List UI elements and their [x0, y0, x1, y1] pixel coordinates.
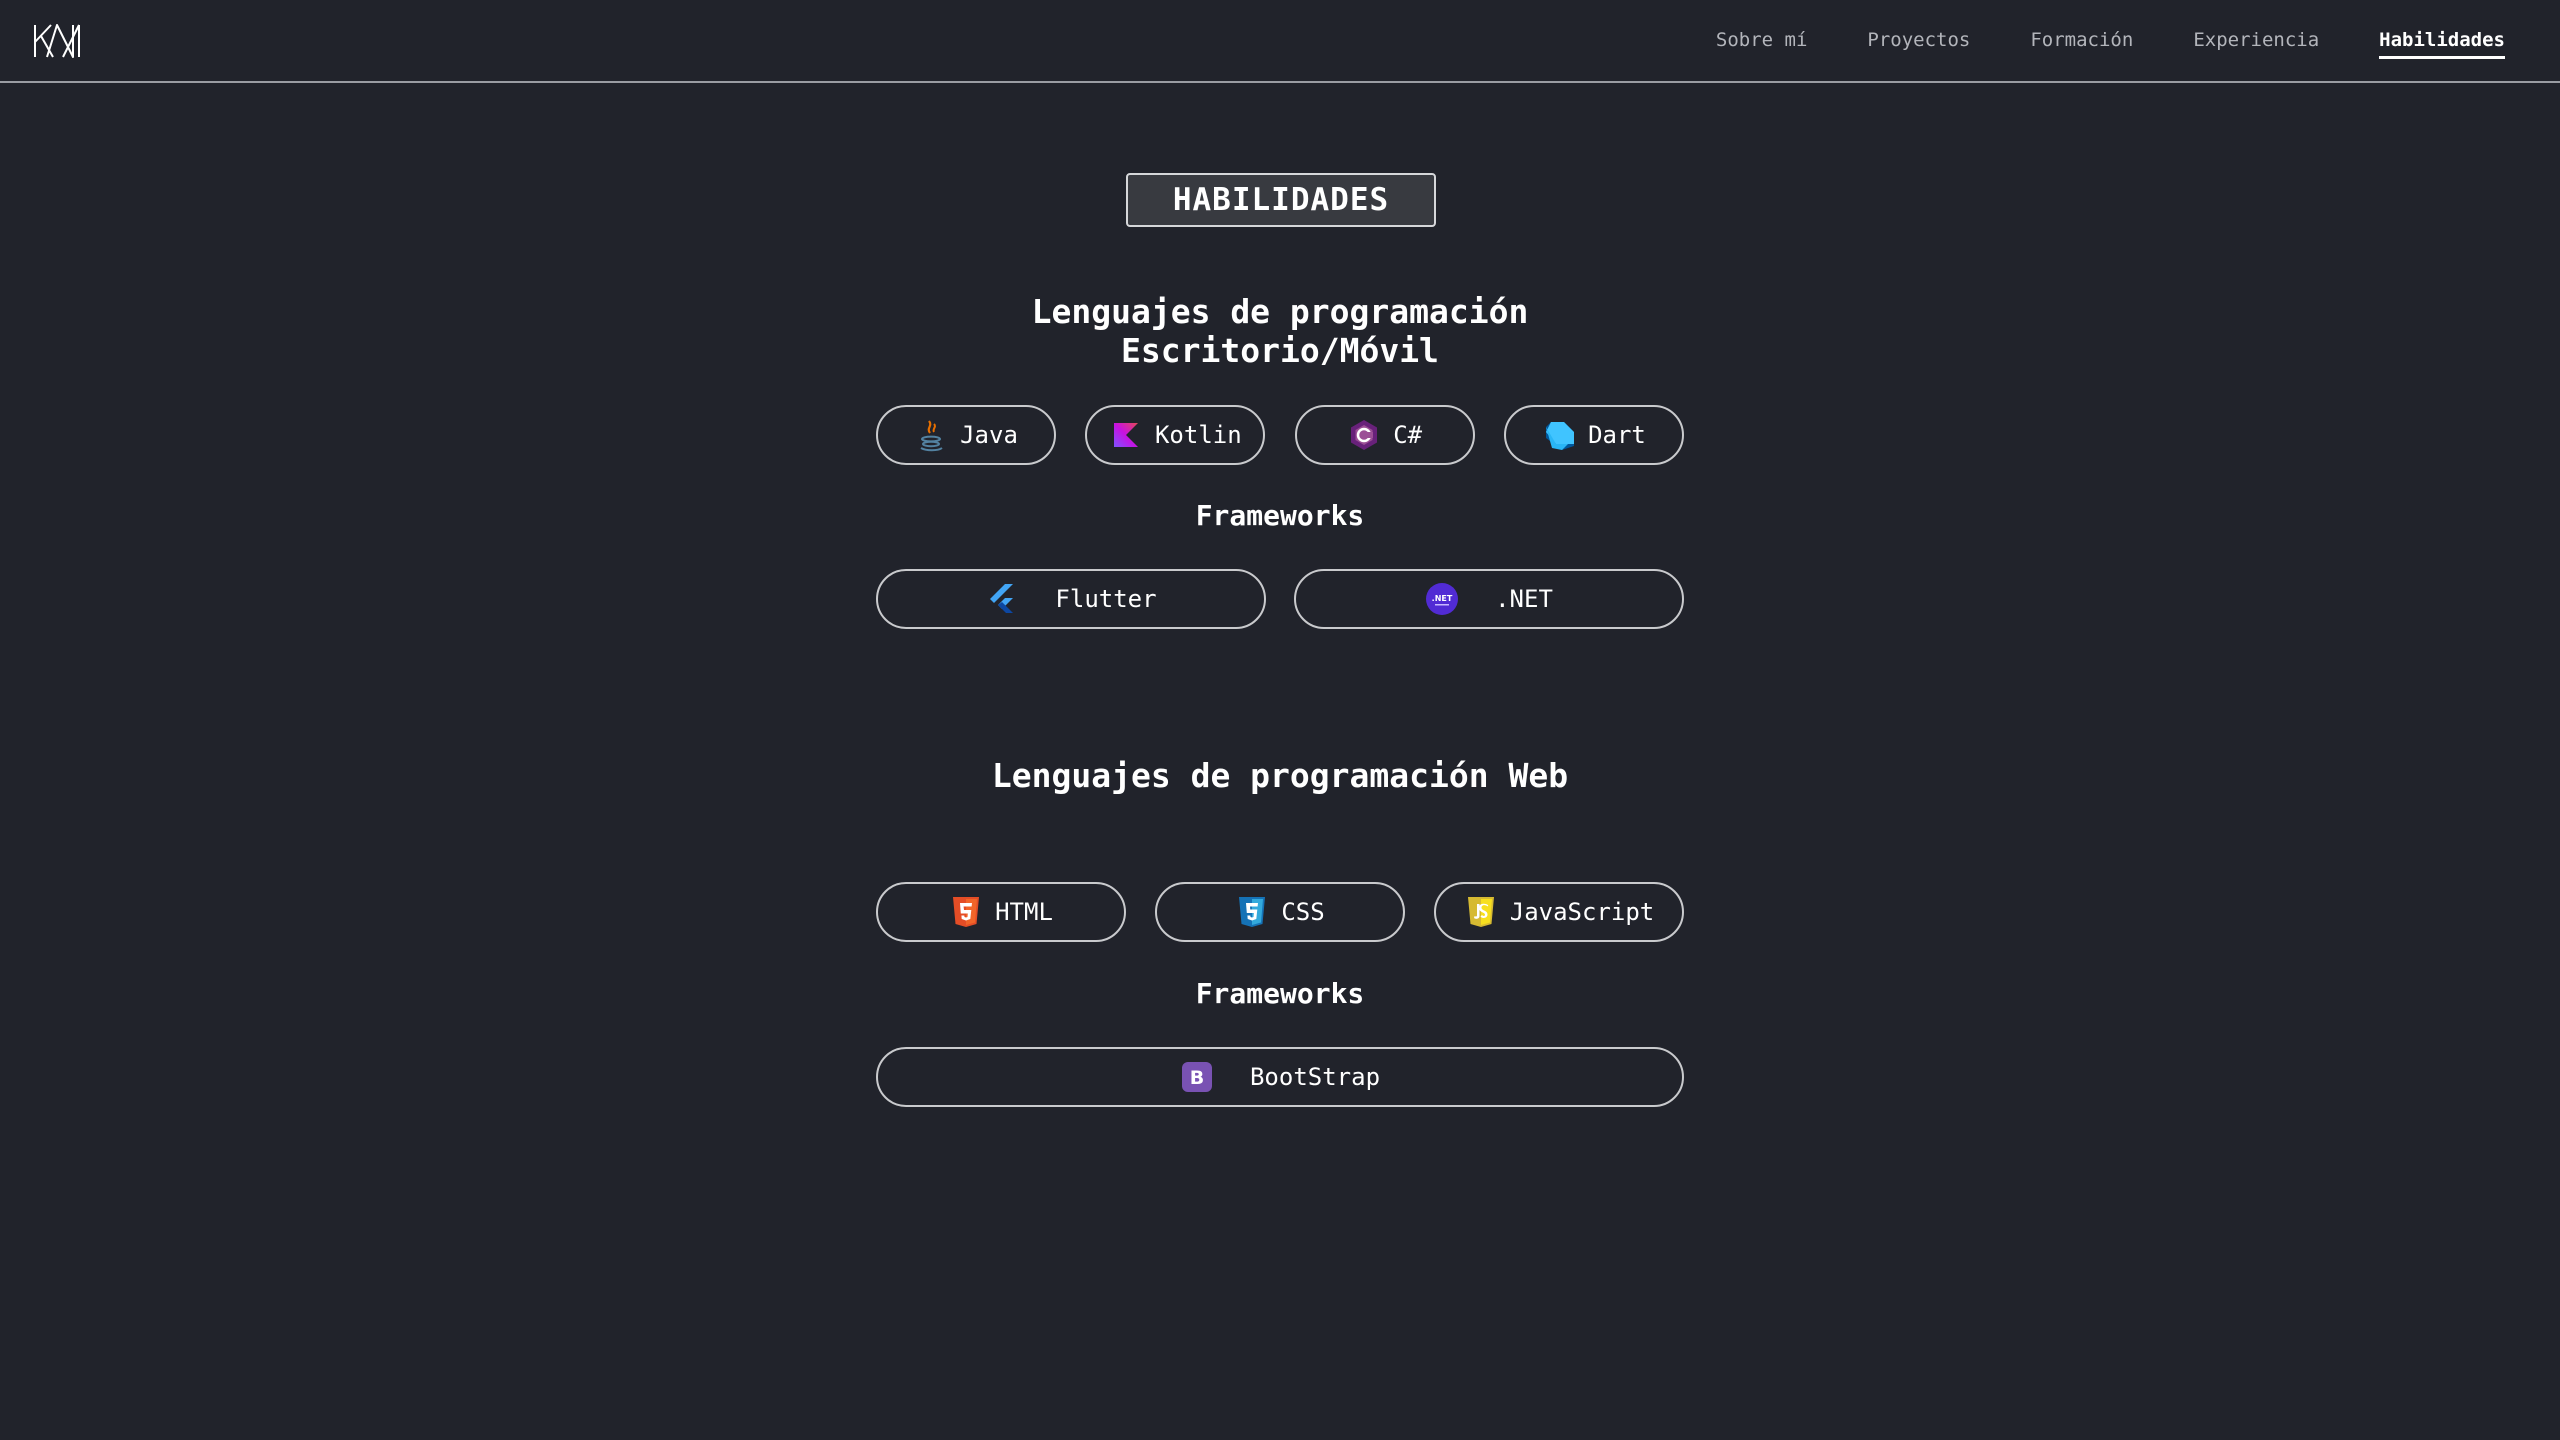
nav-link-proyectos[interactable]: Proyectos	[1867, 23, 1970, 57]
skill-label: Dart	[1588, 421, 1646, 449]
desktop-frameworks-title: Frameworks	[1195, 499, 1365, 532]
skill-chip-flutter[interactable]: Flutter	[876, 569, 1266, 629]
flutter-icon	[985, 582, 1019, 616]
skill-chip-java[interactable]: Java	[876, 405, 1056, 465]
bootstrap-icon: B	[1180, 1060, 1214, 1094]
skill-label: JavaScript	[1509, 898, 1655, 926]
skill-label: Kotlin	[1154, 421, 1242, 449]
nav-links: Sobre mí Proyectos Formación Experiencia…	[1656, 0, 2505, 80]
nav-link-habilidades[interactable]: Habilidades	[2379, 23, 2505, 59]
dart-icon	[1542, 418, 1576, 452]
svg-text:B: B	[1190, 1067, 1204, 1089]
skill-label: BootStrap	[1249, 1063, 1381, 1091]
navbar: Sobre mí Proyectos Formación Experiencia…	[0, 0, 2560, 83]
logo-icon[interactable]	[33, 22, 85, 60]
kotlin-icon	[1109, 418, 1143, 452]
skill-chip-csharp[interactable]: C#	[1294, 405, 1475, 465]
javascript-icon	[1464, 895, 1498, 929]
desktop-languages-row: Java Kotlin C# Dart	[876, 405, 1684, 465]
svg-text:.NET: .NET	[1432, 594, 1453, 603]
skill-chip-kotlin[interactable]: Kotlin	[1085, 405, 1266, 465]
skill-label: HTML	[995, 898, 1053, 926]
desktop-frameworks-row: Flutter .NET .NET	[876, 569, 1684, 629]
web-frameworks-title: Frameworks	[1195, 977, 1365, 1010]
skill-chip-css[interactable]: CSS	[1155, 882, 1405, 942]
nav-link-experiencia[interactable]: Experiencia	[2193, 23, 2319, 57]
web-languages-row: HTML CSS JavaScript	[876, 882, 1684, 942]
csharp-icon	[1347, 418, 1381, 452]
nav-link-sobre-mi[interactable]: Sobre mí	[1716, 23, 1808, 57]
dotnet-icon: .NET	[1425, 582, 1459, 616]
nav-link-formacion[interactable]: Formación	[2030, 23, 2133, 57]
web-languages-title: Lenguajes de programación Web	[991, 756, 1569, 795]
skill-chip-dotnet[interactable]: .NET .NET	[1294, 569, 1684, 629]
skill-label: CSS	[1281, 898, 1325, 926]
skill-chip-bootstrap[interactable]: B BootStrap	[876, 1047, 1684, 1107]
page-title-badge: HABILIDADES	[1126, 173, 1436, 227]
skill-chip-html[interactable]: HTML	[876, 882, 1126, 942]
skill-label: C#	[1393, 421, 1423, 449]
web-frameworks-row: B BootStrap	[876, 1047, 1684, 1107]
skill-chip-dart[interactable]: Dart	[1503, 405, 1684, 465]
skill-label: Java	[960, 421, 1018, 449]
java-icon	[914, 418, 948, 452]
html5-icon	[949, 895, 983, 929]
skill-label: Flutter	[1055, 585, 1157, 613]
skill-chip-javascript[interactable]: JavaScript	[1434, 882, 1684, 942]
desktop-languages-title: Lenguajes de programación Escritorio/Móv…	[1031, 292, 1529, 370]
skill-label: .NET	[1495, 585, 1553, 613]
css3-icon	[1235, 895, 1269, 929]
